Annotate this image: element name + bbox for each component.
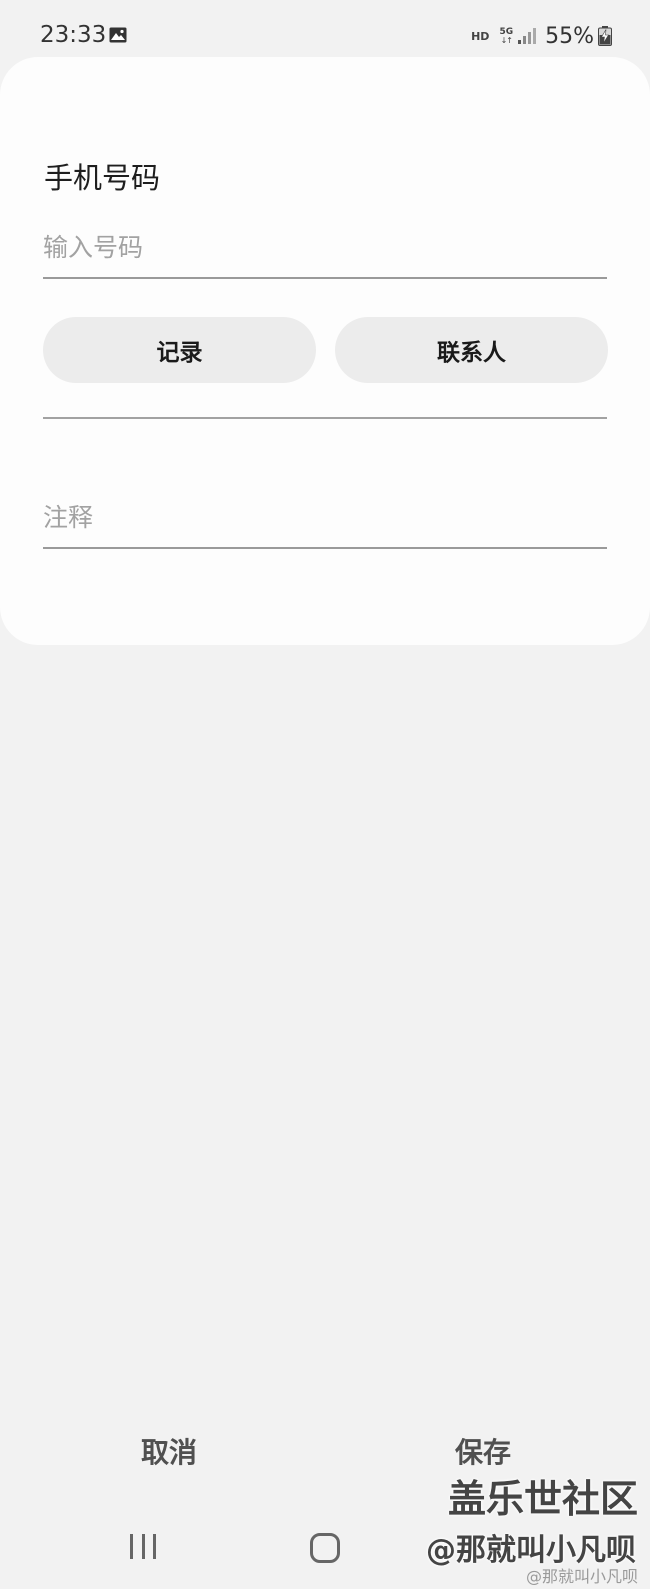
cancel-button[interactable]: 取消 bbox=[104, 1425, 234, 1477]
network-type: 5G ↓↑ bbox=[499, 27, 513, 45]
phone-number-input[interactable] bbox=[43, 217, 607, 279]
recents-icon[interactable] bbox=[130, 1534, 156, 1560]
note-input[interactable] bbox=[43, 487, 607, 549]
battery-charging-icon bbox=[598, 26, 612, 46]
hd-label: HD bbox=[471, 29, 490, 43]
watermark-weibo: @那就叫小凡呗 bbox=[525, 1567, 638, 1586]
status-time: 23:33 bbox=[40, 22, 107, 48]
divider bbox=[43, 417, 607, 419]
battery-percent: 55% bbox=[545, 23, 594, 49]
call-logs-button[interactable]: 记录 bbox=[43, 317, 316, 383]
image-icon bbox=[109, 27, 127, 43]
section-title: 手机号码 bbox=[44, 161, 161, 195]
home-icon[interactable] bbox=[310, 1533, 340, 1563]
watermark-community: 盖乐世社区 bbox=[447, 1477, 638, 1521]
screen: 23:33 HD 5G ↓↑ 55% 手机号码 记录 联系人 bbox=[0, 0, 650, 1589]
phone-number-card: 手机号码 记录 联系人 bbox=[0, 57, 650, 645]
status-indicators: HD 5G ↓↑ 55% bbox=[471, 23, 612, 49]
contacts-button[interactable]: 联系人 bbox=[335, 317, 608, 383]
data-arrows-icon: ↓↑ bbox=[500, 35, 513, 45]
signal-icon bbox=[516, 28, 537, 44]
